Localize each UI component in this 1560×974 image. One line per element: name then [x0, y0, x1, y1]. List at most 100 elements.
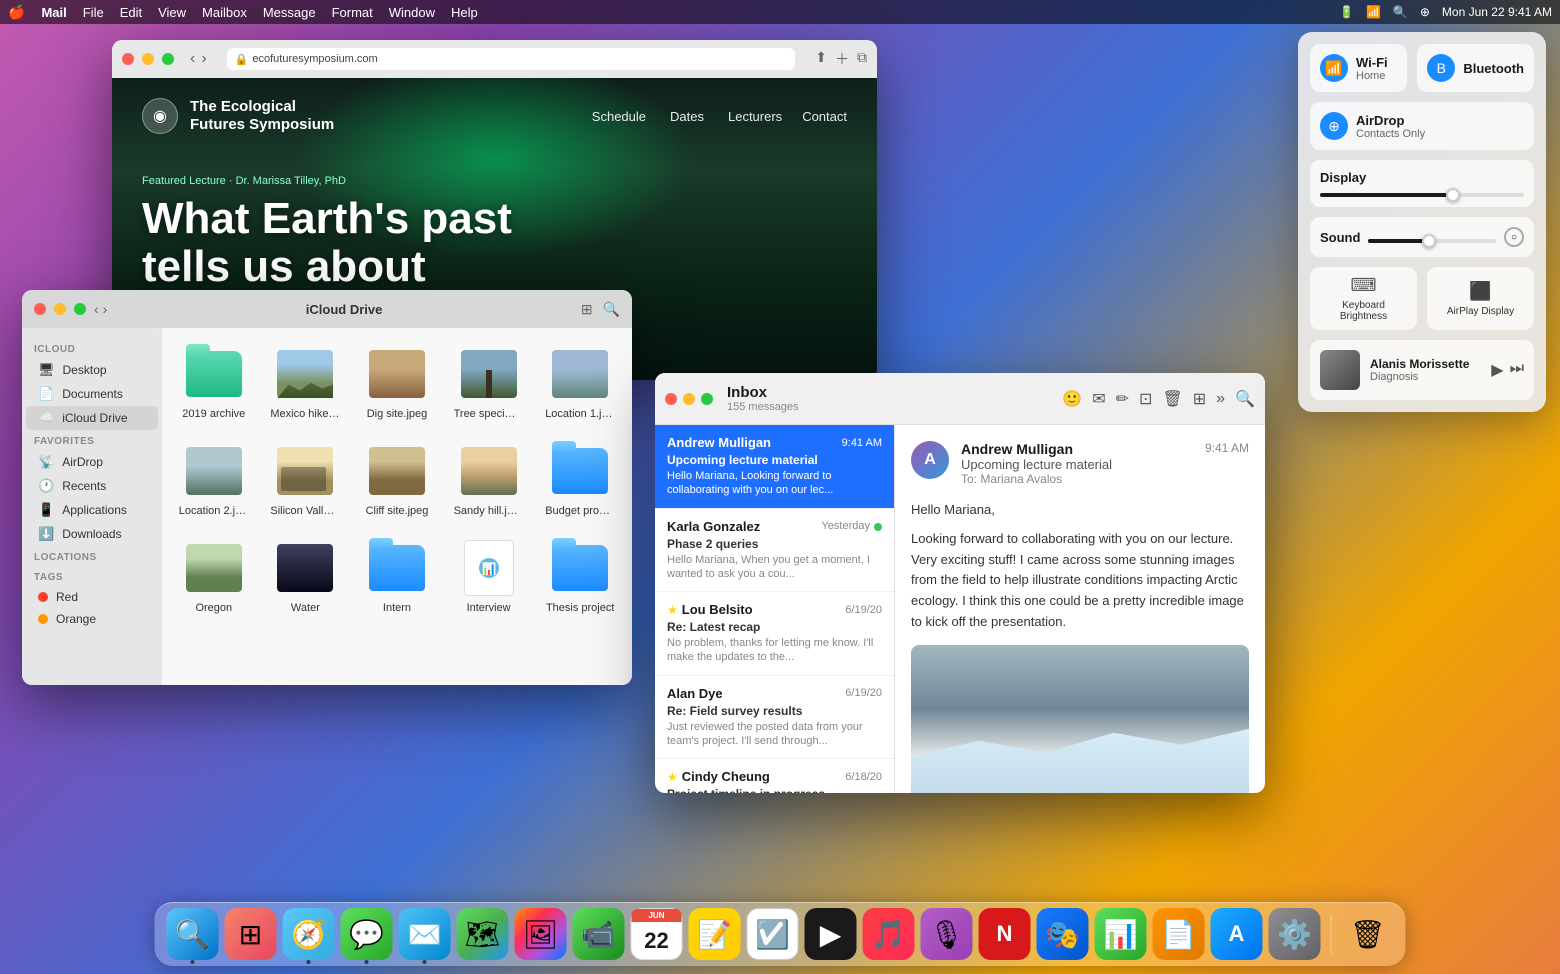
cc-sound-knob[interactable]	[1422, 234, 1436, 248]
nav-schedule[interactable]: Schedule	[592, 109, 646, 124]
dock-appletv[interactable]: ▶	[805, 908, 857, 960]
folder-move-icon[interactable]: ⊞	[1193, 389, 1206, 409]
dock-music[interactable]: 🎵	[863, 908, 915, 960]
play-icon[interactable]: ▶	[1491, 360, 1503, 380]
sidebar-item-applications[interactable]: 📱 Applications	[26, 498, 158, 522]
sound-settings-icon[interactable]: ○	[1504, 227, 1524, 247]
finder-item-oregon[interactable]: Oregon	[172, 532, 256, 621]
finder-item-thesis[interactable]: Thesis project	[538, 532, 622, 621]
minimize-button[interactable]	[142, 53, 154, 65]
sidebar-tag-red[interactable]: Red	[26, 586, 158, 608]
new-tab-icon[interactable]: ＋	[835, 49, 849, 69]
cc-airdrop-tile[interactable]: ⊕ AirDrop Contacts Only	[1310, 102, 1534, 150]
menu-format[interactable]: Format	[332, 5, 373, 20]
dock-reminders[interactable]: ☑️	[747, 908, 799, 960]
finder-item-archive[interactable]: 2019 archive	[172, 338, 256, 427]
archive-icon[interactable]: ⊡	[1139, 389, 1152, 409]
finder-minimize[interactable]	[54, 303, 66, 315]
menu-mailbox[interactable]: Mailbox	[202, 5, 247, 20]
browser-url-bar[interactable]: 🔒 ecofuturesymposium.com	[227, 48, 796, 70]
menu-help[interactable]: Help	[451, 5, 478, 20]
browser-back[interactable]: ‹	[190, 50, 195, 68]
finder-item-tree[interactable]: Tree specimen.jpeg	[447, 338, 531, 427]
dock-safari[interactable]: 🧭	[283, 908, 335, 960]
finder-item-cliff[interactable]: Cliff site.jpeg	[355, 435, 439, 524]
finder-item-location1[interactable]: Location 1.jpeg	[538, 338, 622, 427]
sidebar-item-airdrop[interactable]: 📡 AirDrop	[26, 450, 158, 474]
dock-photos[interactable]: 🖼	[515, 908, 567, 960]
finder-item-intern[interactable]: Intern	[355, 532, 439, 621]
sidebar-item-documents[interactable]: 📄 Documents	[26, 382, 158, 406]
sidebar-tag-orange[interactable]: Orange	[26, 608, 158, 630]
mail-search-icon[interactable]: 🔍	[1235, 389, 1255, 409]
menu-message[interactable]: Message	[263, 5, 316, 20]
mail-item-2[interactable]: ★ Lou Belsito 6/19/20 Re: Latest recap N…	[655, 592, 894, 676]
siri-icon[interactable]: ⊕	[1420, 5, 1430, 19]
cc-airplay-tile[interactable]: ⬛ AirPlay Display	[1427, 267, 1534, 330]
cc-display-slider[interactable]	[1320, 193, 1524, 197]
compose-icon[interactable]: 🙂	[1062, 389, 1082, 409]
dock-podcasts[interactable]: 🎙	[921, 908, 973, 960]
finder-back[interactable]: ‹	[94, 301, 99, 317]
finder-view-toggle[interactable]: ⊞	[581, 301, 593, 318]
dock-mail[interactable]: ✉️	[399, 908, 451, 960]
sidebar-icon[interactable]: ⧉	[857, 49, 867, 69]
dock-appstore[interactable]: A	[1211, 908, 1263, 960]
cc-wifi-tile[interactable]: 📶 Wi-Fi Home	[1310, 44, 1407, 92]
mail-maximize[interactable]	[701, 393, 713, 405]
mail-close[interactable]	[665, 393, 677, 405]
sidebar-item-desktop[interactable]: 🖥 Desktop	[26, 358, 158, 382]
close-button[interactable]	[122, 53, 134, 65]
sidebar-item-downloads[interactable]: ⬇️ Downloads	[26, 522, 158, 546]
cc-display-knob[interactable]	[1446, 188, 1460, 202]
finder-forward[interactable]: ›	[103, 301, 108, 317]
apple-menu[interactable]: 🍎	[8, 4, 25, 21]
sidebar-item-recents[interactable]: 🕐 Recents	[26, 474, 158, 498]
finder-item-dig[interactable]: Dig site.jpeg	[355, 338, 439, 427]
mail-minimize[interactable]	[683, 393, 695, 405]
mail-item-1[interactable]: Karla Gonzalez Yesterday Phase 2 queries…	[655, 509, 894, 593]
finder-item-budget[interactable]: Budget proposals	[538, 435, 622, 524]
finder-close[interactable]	[34, 303, 46, 315]
cc-sound-slider[interactable]	[1368, 239, 1496, 243]
search-icon[interactable]: 🔍	[1393, 5, 1408, 19]
dock-pages[interactable]: 📄	[1153, 908, 1205, 960]
maximize-button[interactable]	[162, 53, 174, 65]
nav-contact[interactable]: Contact	[802, 109, 847, 124]
more-icon[interactable]: »	[1216, 390, 1225, 408]
finder-item-sandy[interactable]: Sandy hill.jpeg	[447, 435, 531, 524]
share-icon[interactable]: ⬆	[815, 49, 827, 69]
dock-launchpad[interactable]: ⊞	[225, 908, 277, 960]
menu-edit[interactable]: Edit	[120, 5, 142, 20]
dock-finder[interactable]: 🔍	[167, 908, 219, 960]
nav-lecturers[interactable]: Lecturers	[728, 109, 782, 124]
dock-keynote[interactable]: 🎭	[1037, 908, 1089, 960]
finder-item-water[interactable]: Water	[264, 532, 348, 621]
trash-icon[interactable]: 🗑	[1162, 389, 1182, 409]
finder-item-mexico[interactable]: Mexico hike.jpeg	[264, 338, 348, 427]
dock-notes[interactable]: 📝	[689, 908, 741, 960]
dock-sysref[interactable]: ⚙️	[1269, 908, 1321, 960]
mail-item-3[interactable]: Alan Dye 6/19/20 Re: Field survey result…	[655, 676, 894, 760]
dock-messages[interactable]: 💬	[341, 908, 393, 960]
cc-keyboard-tile[interactable]: ⌨ Keyboard Brightness	[1310, 267, 1417, 330]
dock-facetime[interactable]: 📹	[573, 908, 625, 960]
finder-item-valley[interactable]: Silicon Valley.gif	[264, 435, 348, 524]
skip-icon[interactable]: ⏭	[1510, 360, 1524, 380]
finder-item-interview[interactable]: 📊 Interview	[447, 532, 531, 621]
dock-maps[interactable]: 🗺	[457, 908, 509, 960]
menu-window[interactable]: Window	[389, 5, 435, 20]
cc-bluetooth-tile[interactable]: B Bluetooth	[1417, 44, 1534, 92]
browser-forward[interactable]: ›	[201, 50, 206, 68]
mail-item-0[interactable]: Andrew Mulligan 9:41 AM Upcoming lecture…	[655, 425, 894, 509]
dock-calendar[interactable]: JUN 22	[631, 908, 683, 960]
dock-news[interactable]: N	[979, 908, 1031, 960]
sidebar-item-icloud[interactable]: ☁️ iCloud Drive	[26, 406, 158, 430]
dock-trash[interactable]: 🗑	[1342, 908, 1394, 960]
dock-numbers[interactable]: 📊	[1095, 908, 1147, 960]
nav-dates[interactable]: Dates	[670, 109, 704, 124]
mail-item-4[interactable]: ★ Cindy Cheung 6/18/20 Project timeline …	[655, 759, 894, 793]
app-name[interactable]: Mail	[41, 5, 66, 20]
mail-icon[interactable]: ✉	[1092, 389, 1105, 409]
finder-search[interactable]: 🔍	[603, 301, 620, 318]
